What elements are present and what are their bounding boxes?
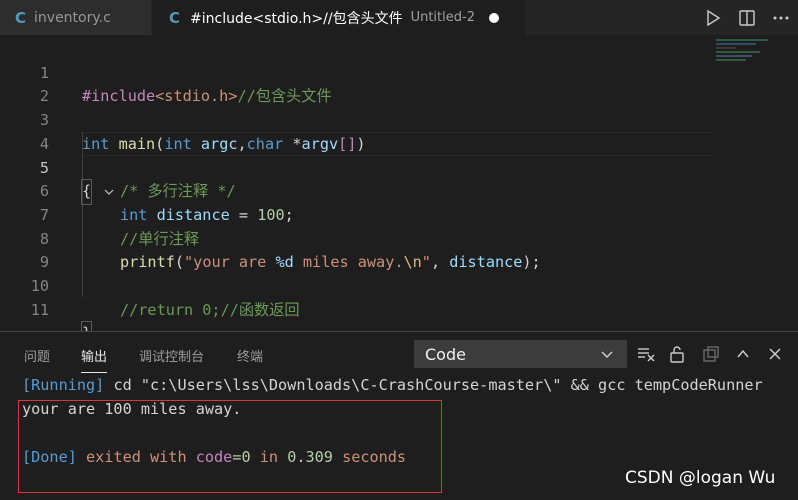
watermark: CSDN @logan Wu xyxy=(625,468,776,488)
bottom-panel: 问题 输出 调试控制台 终端 Code [Running] cd "c:\Use… xyxy=(0,331,798,500)
code-line-7: 7 //单行注释 xyxy=(0,180,720,248)
more-actions-icon[interactable] xyxy=(764,0,798,35)
c-file-icon: C xyxy=(15,8,27,27)
tab-untitled-2[interactable]: C #include<stdio.h>//包含头文件 Untitled-2 xyxy=(152,0,526,35)
select-value: Code xyxy=(425,344,466,364)
code-line-9: 9 xyxy=(0,228,720,271)
code-line-1: 1 #include<stdio.h>//包含头文件 xyxy=(0,38,720,106)
code-line-3: 3 int main(int argc,char *argv[]) xyxy=(0,85,720,153)
highlight-box xyxy=(18,400,442,493)
tab-debug-console[interactable]: 调试控制台 xyxy=(139,346,204,365)
code-line-6: 6 int distance = 100; xyxy=(0,157,720,224)
run-icon[interactable] xyxy=(696,0,730,35)
code-line-5: 5 /* 多行注释 */ xyxy=(0,133,720,201)
close-panel-icon[interactable] xyxy=(762,340,788,368)
tab-problems[interactable]: 问题 xyxy=(24,346,50,365)
output-running-line: [Running] cd "c:\Users\lss\Downloads\C-C… xyxy=(22,376,763,394)
tab-output[interactable]: 输出 xyxy=(81,346,108,373)
editor-tab-bar: C inventory.c C #include<stdio.h>//包含头文件… xyxy=(0,0,798,35)
code-line-2: 2 xyxy=(0,62,720,105)
code-line-11: 11 } xyxy=(0,275,720,348)
open-log-icon[interactable] xyxy=(698,340,724,368)
output-channel-select[interactable]: Code xyxy=(414,340,627,368)
code-editor[interactable]: 1 #include<stdio.h>//包含头文件 2 3 int main(… xyxy=(0,35,798,348)
lock-scroll-icon[interactable] xyxy=(664,340,690,368)
tab-label: inventory.c xyxy=(34,9,111,26)
tab-terminal[interactable]: 终端 xyxy=(237,346,263,365)
tab-inventory-c[interactable]: C inventory.c xyxy=(0,0,151,35)
tab-label: #include<stdio.h>//包含头文件 xyxy=(190,10,403,27)
minimap[interactable] xyxy=(716,39,778,69)
split-editor-icon[interactable] xyxy=(730,0,764,35)
maximize-panel-icon[interactable] xyxy=(730,340,756,368)
editor-actions xyxy=(696,0,798,35)
code-line-10: 10 //return 0;//函数返回 xyxy=(0,251,720,319)
code-line-4: 4 { xyxy=(0,109,720,205)
chevron-down-icon xyxy=(599,346,615,366)
line-content: //return 0;//函数返回 xyxy=(120,300,300,319)
c-file-icon: C xyxy=(169,8,181,27)
clear-output-icon[interactable] xyxy=(633,340,659,368)
tab-description: Untitled-2 xyxy=(410,10,475,25)
unsaved-dot-icon[interactable] xyxy=(488,12,499,23)
line-number: 11 xyxy=(30,300,49,319)
code-line-8: 8 printf("your are %d miles away.\n", di… xyxy=(0,204,720,272)
